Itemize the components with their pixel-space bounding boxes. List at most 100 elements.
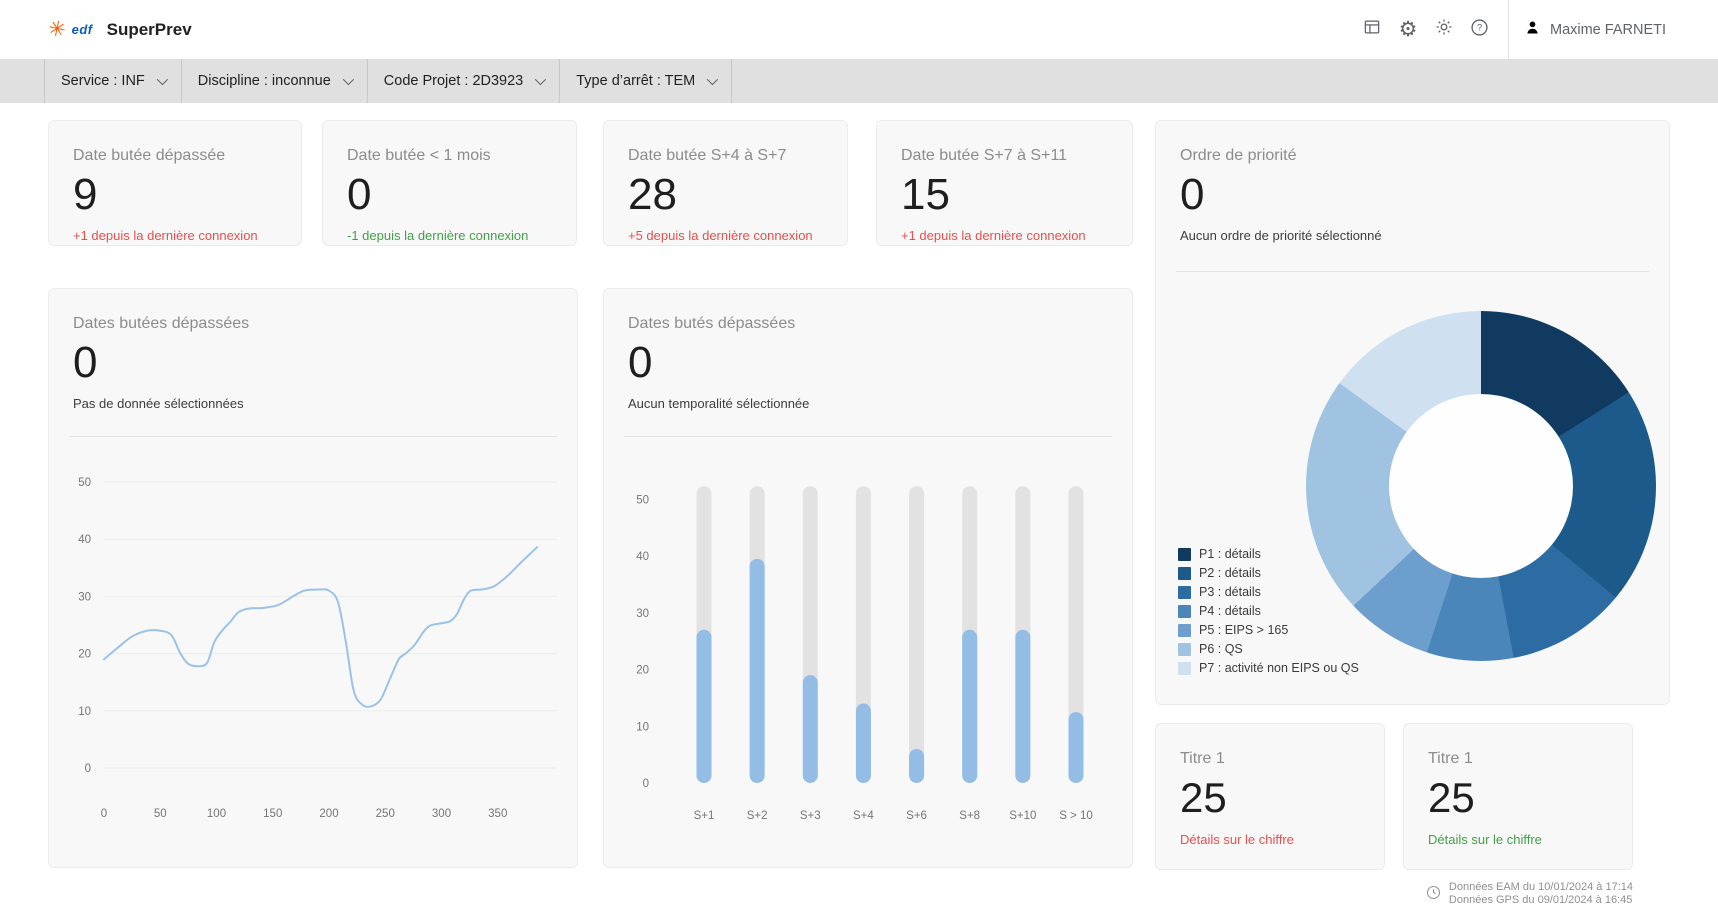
svg-text:S+6: S+6 xyxy=(906,810,927,822)
legend-item-p3: P3 : détails xyxy=(1178,585,1359,599)
filter-service-label: Service : INF xyxy=(61,73,145,89)
svg-text:S+2: S+2 xyxy=(747,810,768,822)
top-bar: ✳ edf SuperPrev ⚙ ? Maxime FARNETI xyxy=(0,0,1718,59)
svg-text:30: 30 xyxy=(636,608,649,620)
gear-icon: ⚙ xyxy=(1399,19,1418,40)
kpi-card-date-butee-s7-s11: Date butée S+7 à S+11 15 +1 depuis la de… xyxy=(876,120,1133,246)
svg-text:100: 100 xyxy=(207,808,226,820)
kpi-delta: +1 depuis la dernière connexion xyxy=(73,228,277,243)
svg-text:350: 350 xyxy=(488,808,507,820)
legend-item-p6: P6 : QS xyxy=(1178,642,1359,656)
kpi-value: 9 xyxy=(73,172,277,218)
settings-button[interactable]: ⚙ xyxy=(1390,12,1426,48)
svg-text:?: ? xyxy=(1477,22,1482,32)
kpi-value: 15 xyxy=(901,172,1108,218)
svg-text:10: 10 xyxy=(78,706,91,718)
kpi-card-date-butee-1-mois: Date butée < 1 mois 0 -1 depuis la derni… xyxy=(322,120,577,246)
sun-icon xyxy=(1434,17,1454,42)
chevron-down-icon xyxy=(157,74,168,85)
svg-text:S+8: S+8 xyxy=(959,810,980,822)
mini-card-value: 25 xyxy=(1180,776,1360,820)
chevron-down-icon xyxy=(343,74,354,85)
line-chart-card: Dates butées dépassées 0 Pas de donnée s… xyxy=(48,288,578,868)
kpi-delta: -1 depuis la dernière connexion xyxy=(347,228,552,243)
chevron-down-icon xyxy=(535,74,546,85)
mini-card-detail: Détails sur le chiffre xyxy=(1428,832,1608,847)
divider xyxy=(1176,271,1649,272)
legend-swatch xyxy=(1178,624,1191,637)
kpi-value: 28 xyxy=(628,172,823,218)
divider xyxy=(624,436,1112,437)
svg-text:0: 0 xyxy=(101,808,107,820)
bar-chart: 50403020100S+1S+2S+3S+4S+6S+8S+10S > 10 xyxy=(604,449,1134,849)
priority-title: Ordre de priorité xyxy=(1180,147,1645,165)
mini-card-title: Titre 1 xyxy=(1428,750,1608,768)
legend-swatch xyxy=(1178,548,1191,561)
priority-subtitle: Aucun ordre de priorité sélectionné xyxy=(1180,228,1645,243)
filter-bar: Service : INF Discipline : inconnue Code… xyxy=(0,59,1718,103)
line-card-value: 0 xyxy=(73,340,553,386)
svg-text:40: 40 xyxy=(636,551,649,563)
topbar-actions: ⚙ ? Maxime FARNETI xyxy=(1354,0,1718,59)
table-view-button[interactable] xyxy=(1354,12,1390,48)
filter-service[interactable]: Service : INF xyxy=(44,59,181,103)
legend-label: P3 : détails xyxy=(1199,585,1261,599)
theme-toggle-button[interactable] xyxy=(1426,12,1462,48)
svg-text:250: 250 xyxy=(376,808,395,820)
legend-swatch xyxy=(1178,586,1191,599)
filter-type-arret-label: Type d’arrêt : TEM xyxy=(576,73,695,89)
kpi-delta: +1 depuis la dernière connexion xyxy=(901,228,1108,243)
legend-swatch xyxy=(1178,605,1191,618)
filter-discipline-label: Discipline : inconnue xyxy=(198,73,331,89)
line-chart: 50403020100050100150200250300350 xyxy=(49,449,579,849)
svg-text:0: 0 xyxy=(85,763,91,775)
svg-text:10: 10 xyxy=(636,721,649,733)
edf-logo-text: edf xyxy=(72,22,93,37)
mini-card-detail: Détails sur le chiffre xyxy=(1180,832,1360,847)
edf-logo: ✳ edf xyxy=(48,19,93,40)
footer-eam-timestamp: Données EAM du 10/01/2024 à 17:14 xyxy=(1449,881,1633,895)
mini-card-title: Titre 1 xyxy=(1180,750,1360,768)
bar-card-subtitle: Aucun temporalité sélectionnée xyxy=(628,396,1108,411)
svg-text:300: 300 xyxy=(432,808,451,820)
mini-card-titre1-green: Titre 1 25 Détails sur le chiffre xyxy=(1403,723,1633,870)
svg-text:20: 20 xyxy=(78,649,91,661)
header-divider xyxy=(1508,0,1509,59)
legend-label: P2 : détails xyxy=(1199,566,1261,580)
svg-text:40: 40 xyxy=(78,534,91,546)
kpi-title: Date butée S+4 à S+7 xyxy=(628,147,823,165)
kpi-delta: +5 depuis la dernière connexion xyxy=(628,228,823,243)
svg-text:50: 50 xyxy=(154,808,167,820)
svg-text:30: 30 xyxy=(78,591,91,603)
data-timestamps: Données EAM du 10/01/2024 à 17:14 Donnée… xyxy=(1425,881,1633,909)
svg-text:S+1: S+1 xyxy=(694,810,715,822)
svg-text:0: 0 xyxy=(643,778,649,790)
filter-discipline[interactable]: Discipline : inconnue xyxy=(181,59,367,103)
legend-label: P6 : QS xyxy=(1199,642,1243,656)
svg-text:S+3: S+3 xyxy=(800,810,821,822)
chevron-down-icon xyxy=(707,74,718,85)
filter-code-projet[interactable]: Code Projet : 2D3923 xyxy=(367,59,559,103)
svg-text:20: 20 xyxy=(636,665,649,677)
legend-item-p2: P2 : détails xyxy=(1178,566,1359,580)
help-icon: ? xyxy=(1469,17,1490,43)
filter-type-arret[interactable]: Type d’arrêt : TEM xyxy=(559,59,732,103)
svg-text:S+10: S+10 xyxy=(1009,810,1036,822)
kpi-card-date-butee-s4-s7: Date butée S+4 à S+7 28 +5 depuis la der… xyxy=(603,120,848,246)
legend-swatch xyxy=(1178,567,1191,580)
kpi-card-date-butee-depassee: Date butée dépassée 9 +1 depuis la derni… xyxy=(48,120,302,246)
priority-donut-card: Ordre de priorité 0 Aucun ordre de prior… xyxy=(1155,120,1670,705)
mini-card-titre1-red: Titre 1 25 Détails sur le chiffre xyxy=(1155,723,1385,870)
donut-legend: P1 : détails P2 : détails P3 : détails P… xyxy=(1178,547,1359,675)
legend-item-p5: P5 : EIPS > 165 xyxy=(1178,623,1359,637)
kpi-title: Date butée dépassée xyxy=(73,147,277,165)
filter-code-projet-label: Code Projet : 2D3923 xyxy=(384,73,523,89)
priority-value: 0 xyxy=(1180,172,1645,218)
svg-text:S > 10: S > 10 xyxy=(1059,810,1093,822)
bar-chart-card: Dates butés dépassées 0 Aucun temporalit… xyxy=(603,288,1133,868)
kpi-title: Date butée S+7 à S+11 xyxy=(901,147,1108,165)
donut-hole xyxy=(1389,394,1573,578)
user-menu[interactable]: Maxime FARNETI xyxy=(1523,18,1718,41)
svg-text:200: 200 xyxy=(319,808,338,820)
help-button[interactable]: ? xyxy=(1462,12,1498,48)
